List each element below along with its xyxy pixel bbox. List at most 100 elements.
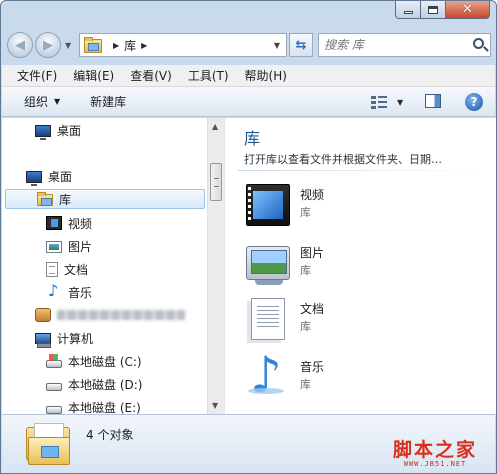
library-subtitle: 打开库以查看文件并根据文件夹、日期… (244, 153, 442, 166)
chevron-down-icon: ▼ (54, 97, 61, 106)
nav-item-user-folder[interactable] (35, 305, 185, 325)
back-button[interactable]: ◀ (7, 32, 33, 58)
drive-icon (46, 405, 62, 414)
user-folder-icon (35, 308, 51, 322)
search-input[interactable] (324, 38, 464, 52)
library-item-videos[interactable]: 视频 库 (246, 182, 466, 232)
library-title: 库 (244, 129, 261, 148)
library-item-name: 音乐 (300, 360, 325, 374)
change-view-button[interactable]: ▼ (371, 93, 411, 111)
document-icon (46, 261, 58, 277)
library-item-name: 视频 (300, 188, 325, 202)
nav-item-label: 文档 (64, 262, 89, 277)
address-history-dropdown-icon[interactable]: ▼ (274, 41, 280, 50)
nav-item-label: 本地磁盘 (C:) (68, 354, 142, 369)
item-count: 4 个对象 (86, 428, 134, 442)
music-library-icon (246, 346, 290, 404)
scrollbar-thumb[interactable] (210, 163, 222, 201)
watermark-url: WWW.JB51.NET (403, 460, 467, 468)
refresh-icon: ⇆ (295, 37, 307, 53)
scroll-up-icon[interactable]: ▲ (212, 122, 218, 131)
menu-help[interactable]: 帮助(H) (238, 67, 296, 84)
organize-label: 组织 (24, 95, 49, 109)
computer-icon (35, 333, 51, 348)
library-folder-icon (37, 192, 53, 206)
new-library-label: 新建库 (90, 95, 127, 109)
history-buttons: ◀ ▶ ▼ (7, 32, 71, 58)
nav-item-desktop[interactable]: 桌面 (26, 166, 72, 186)
library-item-type: 库 (300, 320, 311, 333)
organize-button[interactable]: 组织 ▼ (16, 91, 68, 113)
nav-item-computer[interactable]: 计算机 (35, 328, 93, 348)
forward-button[interactable]: ▶ (35, 32, 61, 58)
nav-item-label: 本地磁盘 (E:) (68, 400, 141, 415)
watermark-title: 脚本之家 (392, 439, 477, 461)
breadcrumb-library[interactable]: 库 (124, 37, 136, 54)
library-item-type: 库 (300, 264, 311, 277)
caption-buttons: ✕ (395, 1, 490, 19)
view-options-icon (371, 95, 387, 109)
nav-item-label: 音乐 (68, 285, 93, 300)
nav-item-desktop-top[interactable]: 桌面 (35, 120, 81, 140)
drive-c-icon (46, 353, 62, 368)
nav-item-pictures[interactable]: 图片 (46, 236, 92, 256)
nav-item-label: 库 (59, 192, 72, 207)
library-item-type: 库 (300, 378, 311, 391)
back-arrow-icon: ◀ (15, 37, 25, 53)
libraries-large-icon (26, 423, 72, 467)
library-item-documents[interactable]: 文档 库 (246, 296, 466, 346)
menu-bar: 文件(F) 编辑(E) 查看(V) 工具(T) 帮助(H) (2, 65, 495, 87)
library-item-name: 图片 (300, 246, 325, 260)
breadcrumb-separator-icon[interactable]: ▶ (113, 41, 119, 50)
picture-library-icon (246, 246, 290, 285)
nav-item-videos[interactable]: 视频 (46, 213, 92, 233)
menu-tools[interactable]: 工具(T) (181, 67, 238, 84)
nav-item-drive-e[interactable]: 本地磁盘 (E:) (46, 397, 141, 414)
nav-item-label: 视频 (68, 216, 93, 231)
drive-icon (46, 382, 62, 391)
site-watermark: 脚本之家 WWW.JB51.NET (393, 435, 477, 468)
explorer-window: ✕ ◀ ▶ ▼ ▶ 库 ▶ ▼ ⇆ 文件(F) 编辑(E) 查看(V) 工具(T… (0, 0, 497, 474)
library-content-pane: 库 打开库以查看文件并根据文件夹、日期… 视频 库 图片 库 文档 库 音乐 库 (228, 118, 496, 414)
nav-item-music[interactable]: 音乐 (46, 281, 93, 302)
document-library-icon (251, 298, 285, 340)
nav-item-drive-d[interactable]: 本地磁盘 (D:) (46, 374, 142, 394)
menu-view[interactable]: 查看(V) (123, 67, 181, 84)
menu-file[interactable]: 文件(F) (10, 67, 66, 84)
nav-item-libraries[interactable]: 库 (5, 189, 205, 209)
minimize-icon (403, 11, 413, 14)
help-icon[interactable]: ? (465, 93, 483, 111)
library-folder-icon (84, 37, 102, 53)
nav-item-drive-c[interactable]: 本地磁盘 (C:) (46, 351, 142, 371)
close-button[interactable]: ✕ (446, 1, 490, 19)
close-icon: ✕ (462, 2, 473, 17)
chevron-down-icon: ▼ (397, 97, 404, 107)
navigation-pane: 桌面 桌面 库 视频 图片 文档 音乐 (2, 118, 224, 414)
header-divider (238, 170, 484, 171)
breadcrumb-separator-icon[interactable]: ▶ (141, 41, 147, 50)
address-bar[interactable]: ▶ 库 ▶ ▼ (79, 33, 287, 57)
search-box[interactable] (318, 33, 491, 57)
recent-pages-dropdown-icon[interactable]: ▼ (65, 41, 71, 50)
desktop-icon (35, 124, 51, 140)
search-icon[interactable] (473, 38, 484, 49)
minimize-button[interactable] (395, 1, 421, 19)
nav-item-label: 图片 (68, 239, 93, 254)
menu-edit[interactable]: 编辑(E) (66, 67, 123, 84)
scroll-down-icon[interactable]: ▼ (212, 401, 218, 410)
library-item-name: 文档 (300, 302, 325, 316)
nav-pane-scrollbar[interactable]: ▲ ▼ (207, 118, 224, 414)
maximize-button[interactable] (421, 1, 446, 19)
details-status-bar: 4 个对象 脚本之家 WWW.JB51.NET (2, 414, 495, 473)
library-item-music[interactable]: 音乐 库 (246, 346, 466, 404)
music-icon (46, 281, 62, 300)
library-item-pictures[interactable]: 图片 库 (246, 240, 466, 290)
new-library-button[interactable]: 新建库 (82, 91, 134, 113)
nav-item-documents[interactable]: 文档 (46, 259, 88, 279)
nav-item-label: 桌面 (57, 123, 82, 138)
preview-pane-icon[interactable] (425, 94, 441, 108)
refresh-button[interactable]: ⇆ (289, 33, 313, 57)
navigation-row: ◀ ▶ ▼ ▶ 库 ▶ ▼ ⇆ (7, 31, 491, 59)
forward-arrow-icon: ▶ (43, 37, 53, 53)
video-icon (46, 216, 62, 230)
